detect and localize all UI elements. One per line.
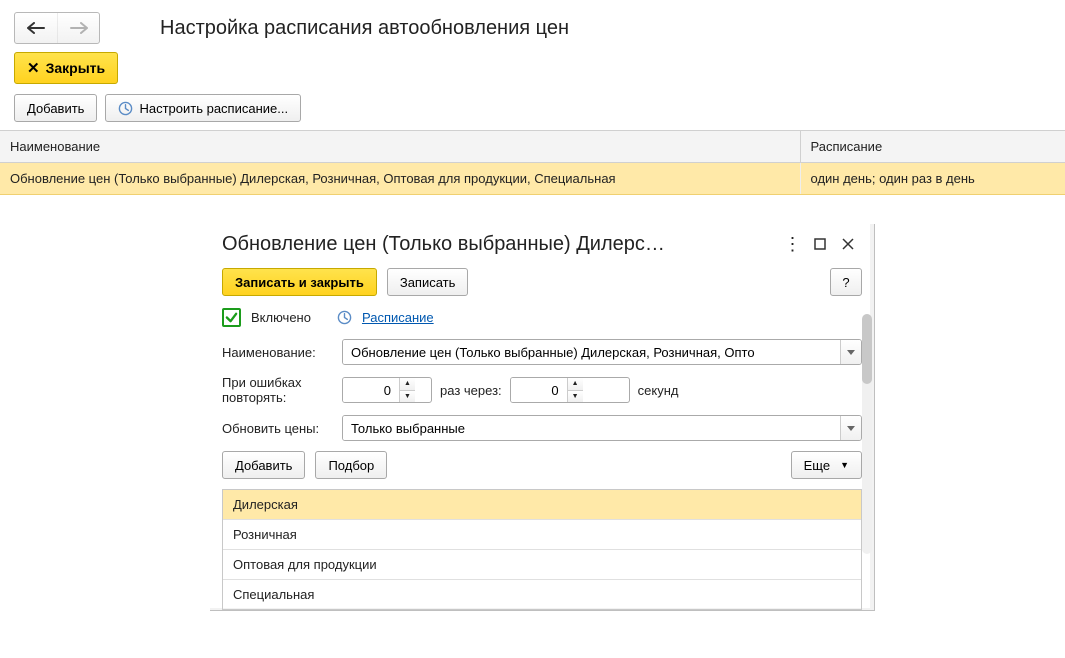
forward-button xyxy=(57,13,99,43)
dialog-title: Обновление цен (Только выбранные) Дилерс… xyxy=(222,233,778,256)
add-button[interactable]: Добавить xyxy=(14,94,97,122)
spin-down-icon[interactable]: ▼ xyxy=(400,390,415,403)
configure-schedule-button[interactable]: Настроить расписание... xyxy=(105,94,301,122)
clock-icon xyxy=(118,101,133,116)
clock-icon xyxy=(337,310,352,325)
back-button[interactable] xyxy=(15,13,57,43)
retry-mid-label: раз через: xyxy=(440,383,502,398)
list-item[interactable]: Розничная xyxy=(223,520,861,550)
seconds-label: секунд xyxy=(638,383,679,398)
nav-buttons xyxy=(14,12,100,44)
page-title: Настройка расписания автообновления цен xyxy=(160,17,569,40)
retry-count-input[interactable] xyxy=(343,378,399,402)
help-button[interactable]: ? xyxy=(830,268,862,296)
schedules-table: Наименование Расписание Обновление цен (… xyxy=(0,130,1065,195)
retry-seconds-input[interactable] xyxy=(511,378,567,402)
close-icon[interactable] xyxy=(834,230,862,258)
dropdown-icon[interactable] xyxy=(840,416,861,440)
table-row[interactable]: Обновление цен (Только выбранные) Дилерс… xyxy=(0,163,1065,195)
close-icon: ✕ xyxy=(27,59,40,77)
edit-dialog: Обновление цен (Только выбранные) Дилерс… xyxy=(210,224,875,611)
more-menu-icon[interactable]: ⋮ xyxy=(778,230,806,258)
spin-up-icon[interactable]: ▲ xyxy=(568,378,583,390)
save-button[interactable]: Записать xyxy=(387,268,469,296)
column-name[interactable]: Наименование xyxy=(0,131,800,163)
update-prices-select[interactable] xyxy=(343,416,840,440)
update-prices-label: Обновить цены: xyxy=(222,421,334,436)
spin-down-icon[interactable]: ▼ xyxy=(568,390,583,403)
list-item[interactable]: Оптовая для продукции xyxy=(223,550,861,580)
retry-label: При ошибках повторять: xyxy=(222,375,334,405)
chevron-down-icon: ▼ xyxy=(840,460,849,470)
inner-add-button[interactable]: Добавить xyxy=(222,451,305,479)
close-button[interactable]: ✕ Закрыть xyxy=(14,52,118,84)
dropdown-icon[interactable] xyxy=(840,340,861,364)
row-name: Обновление цен (Только выбранные) Дилерс… xyxy=(0,163,800,195)
select-button[interactable]: Подбор xyxy=(315,451,387,479)
more-button[interactable]: Еще ▼ xyxy=(791,451,862,479)
scrollbar-thumb[interactable] xyxy=(862,314,872,384)
price-types-list: Дилерская Розничная Оптовая для продукци… xyxy=(222,489,862,610)
save-close-button[interactable]: Записать и закрыть xyxy=(222,268,377,296)
close-button-label: Закрыть xyxy=(46,60,106,76)
list-item[interactable]: Дилерская xyxy=(223,490,861,520)
column-schedule[interactable]: Расписание xyxy=(800,131,1065,163)
row-schedule: один день; один раз в день xyxy=(800,163,1065,195)
enabled-checkbox[interactable] xyxy=(222,308,241,327)
schedule-link[interactable]: Расписание xyxy=(362,310,434,325)
spin-up-icon[interactable]: ▲ xyxy=(400,378,415,390)
list-item[interactable]: Специальная xyxy=(223,580,861,609)
enabled-label: Включено xyxy=(251,310,311,325)
name-input[interactable] xyxy=(343,340,840,364)
maximize-icon[interactable] xyxy=(806,230,834,258)
name-label: Наименование: xyxy=(222,345,334,360)
